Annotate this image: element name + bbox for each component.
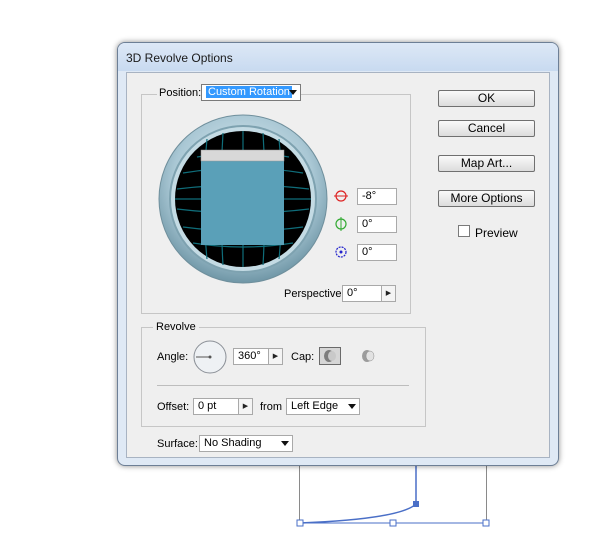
cap-label: Cap: [291,351,315,363]
rotate-x-axis-icon [334,190,348,202]
perspective-field[interactable]: 0° [342,285,382,302]
cap-on-icon [324,350,336,362]
chevron-down-icon [281,441,289,446]
perspective-label: Perspective: [284,288,345,300]
revolve-separator [157,385,409,386]
rotate-z-axis-icon [335,246,347,258]
map-art-button[interactable]: Map Art... [438,155,535,172]
revolve-dialog: 3D Revolve Options Position: Custom Rota… [117,42,559,466]
title-bar[interactable]: 3D Revolve Options [118,43,558,71]
revolve-legend: Revolve [153,321,199,333]
offset-stepper-button[interactable]: ▶ [238,398,253,415]
surface-dropdown[interactable]: No Shading [199,435,293,452]
angle-field[interactable]: 360° [233,348,269,365]
from-label: from [260,401,282,413]
angle-dial[interactable] [192,339,228,375]
chevron-down-icon [348,404,356,409]
rotate-x-field[interactable]: -8° [357,188,397,205]
angle-label: Angle: [157,351,189,363]
cap-off-icon[interactable] [359,348,377,364]
cancel-button[interactable]: Cancel [438,120,535,137]
surface-label: Surface: [157,438,198,450]
preview-checkbox[interactable] [458,225,470,237]
angle-stepper-button[interactable]: ▶ [268,348,283,365]
surface-value: No Shading [204,437,262,449]
ok-button[interactable]: OK [438,90,535,107]
rotate-y-field[interactable]: 0° [357,216,397,233]
rotation-trackball[interactable] [157,113,329,285]
canvas-path[interactable] [290,466,500,536]
position-value: Custom Rotation [206,86,292,98]
from-value: Left Edge [291,400,339,412]
dialog-title: 3D Revolve Options [126,51,233,65]
chevron-down-icon [289,90,297,95]
more-options-button[interactable]: More Options [438,190,535,207]
from-dropdown[interactable]: Left Edge [286,398,360,415]
dialog-body: Position: Custom Rotation -8° 0° 0° Pers… [126,72,550,458]
position-dropdown[interactable]: Custom Rotation [201,84,301,101]
preview-label[interactable]: Preview [475,226,518,240]
perspective-slider-button[interactable]: ▶ [381,285,396,302]
cap-on-toggle[interactable] [319,347,341,365]
offset-label: Offset: [157,401,190,413]
offset-field[interactable]: 0 pt [193,398,239,415]
rotate-z-field[interactable]: 0° [357,244,397,261]
rotate-y-axis-icon [335,217,347,231]
position-label: Position: [157,87,204,99]
